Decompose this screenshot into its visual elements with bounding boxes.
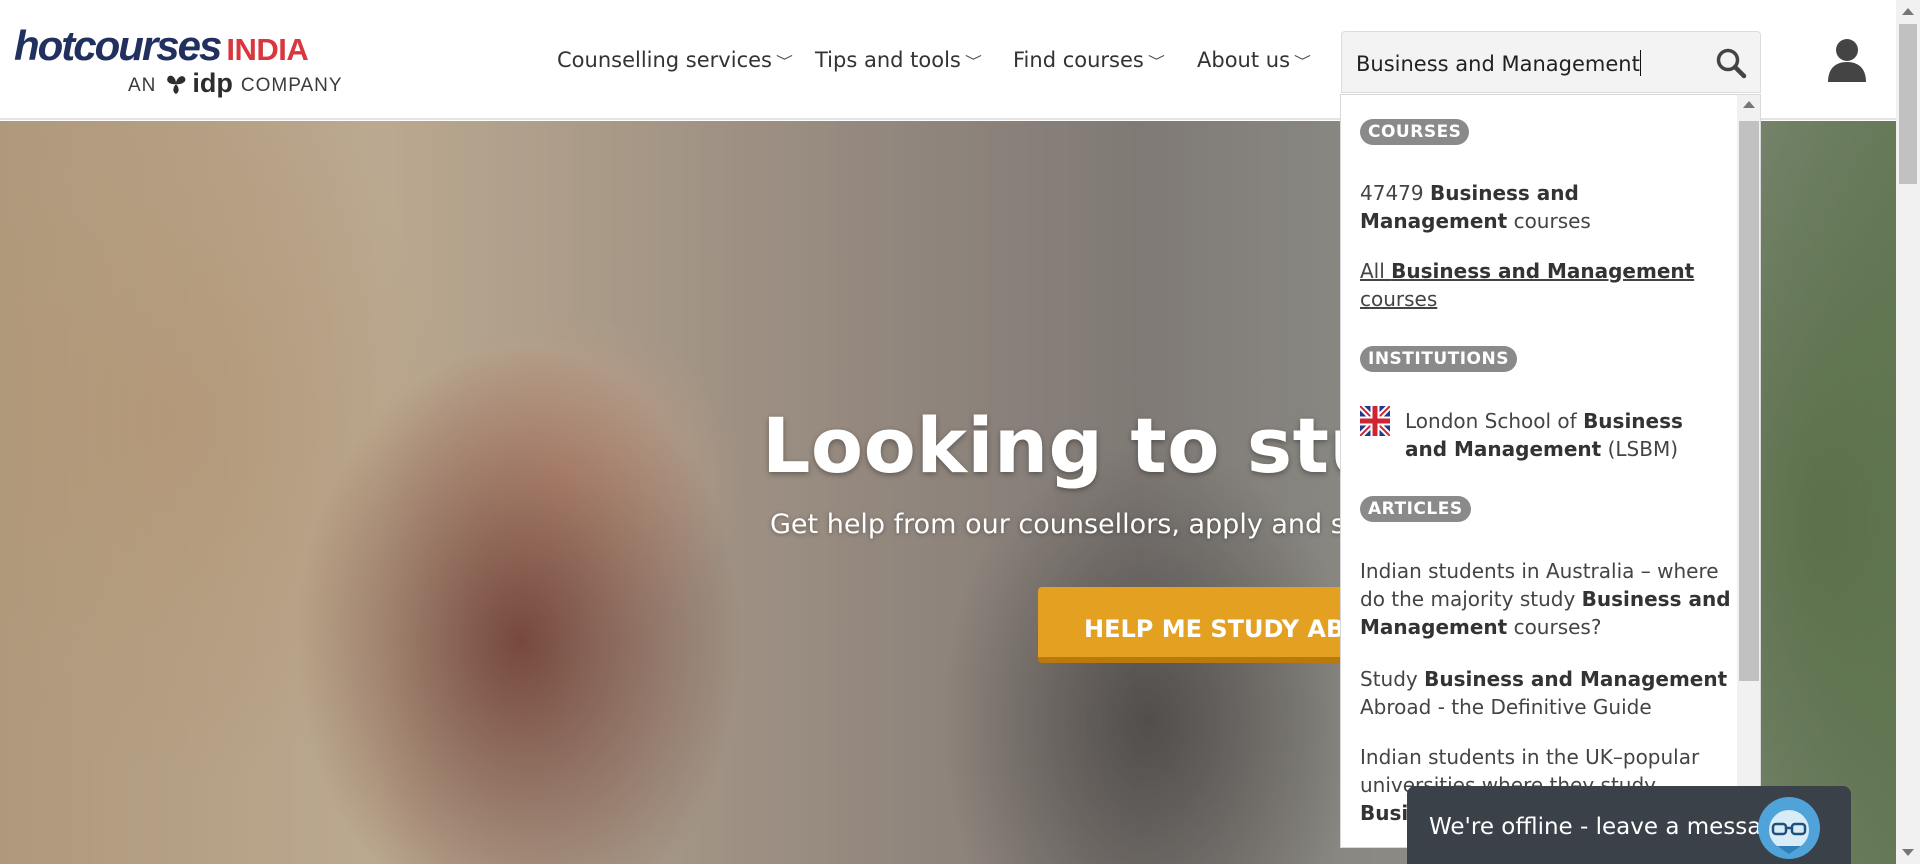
chevron-down-icon: ﹀: [776, 54, 793, 70]
scroll-down-arrow-icon[interactable]: [1902, 849, 1914, 856]
uk-flag-icon: [1360, 406, 1390, 436]
logo-tagline-suffix: COMPANY: [240, 74, 343, 96]
user-icon[interactable]: [1826, 38, 1868, 82]
search-icon[interactable]: [1714, 46, 1748, 80]
suggestion-article[interactable]: Study Business and Management Abroad - t…: [1360, 665, 1732, 721]
section-badge-articles: ARTICLES: [1360, 496, 1471, 522]
suggestion-all-courses-link[interactable]: All Business and Management courses: [1360, 257, 1732, 313]
chevron-down-icon: ﹀: [964, 54, 982, 70]
hero-subtitle: Get help from our counsellors, apply and…: [770, 509, 1388, 540]
page-scrollbar[interactable]: [1896, 0, 1920, 864]
nav-label: Counselling services: [557, 48, 772, 72]
nav-tips-and-tools[interactable]: Tips and tools ﹀: [815, 48, 982, 72]
search-value[interactable]: Business and Management: [1356, 50, 1641, 76]
logo-tagline-prefix: AN: [128, 74, 157, 96]
nav-about-us[interactable]: About us ﹀: [1197, 48, 1311, 72]
chevron-down-icon: ﹀: [1294, 54, 1311, 70]
chat-offline-label: We're offline - leave a message: [1429, 814, 1791, 840]
logo-brand: hotcourses: [14, 22, 222, 69]
suggestions-list: COURSES 47479 Business and Management co…: [1341, 95, 1737, 847]
scroll-up-arrow-icon[interactable]: [1743, 101, 1755, 108]
logo-tagline-brand: idp: [192, 68, 233, 98]
logo-tagline: AN idp COMPANY: [128, 68, 343, 101]
search-input[interactable]: Business and Management: [1341, 31, 1761, 93]
search-suggestions-dropdown: COURSES 47479 Business and Management co…: [1340, 94, 1761, 848]
section-badge-courses: COURSES: [1360, 119, 1470, 145]
logo-wordmark: hotcourses INDIA: [14, 22, 309, 70]
scroll-up-arrow-icon[interactable]: [1902, 8, 1914, 15]
suggestion-institution-lsbm[interactable]: London School of Business and Management…: [1405, 407, 1725, 463]
nav-counselling-services[interactable]: Counselling services ﹀: [557, 48, 793, 72]
logo-region: INDIA: [226, 32, 309, 67]
nav-label: Tips and tools: [815, 48, 961, 72]
suggestion-course-count[interactable]: 47479 Business and Management courses: [1360, 179, 1732, 235]
chevron-down-icon: ﹀: [1147, 54, 1165, 70]
suggestion-article[interactable]: Indian students in Australia – where do …: [1360, 557, 1732, 641]
chat-bot-avatar-icon: [1758, 797, 1820, 859]
hotcourses-india-logo[interactable]: hotcourses INDIA AN idp COMPANY: [14, 22, 342, 98]
section-badge-institutions: INSTITUTIONS: [1360, 346, 1517, 372]
hero-title: Looking to stud: [762, 401, 1439, 490]
nav-label: Find courses: [1013, 48, 1144, 72]
scrollbar-thumb[interactable]: [1899, 24, 1917, 184]
suggestions-scrollbar[interactable]: [1737, 95, 1760, 847]
chat-widget[interactable]: We're offline - leave a message: [1407, 786, 1851, 864]
idp-mark-icon: [167, 75, 186, 94]
scrollbar-thumb[interactable]: [1739, 121, 1759, 681]
nav-label: About us: [1197, 48, 1291, 72]
nav-find-courses[interactable]: Find courses ﹀: [1013, 48, 1165, 72]
